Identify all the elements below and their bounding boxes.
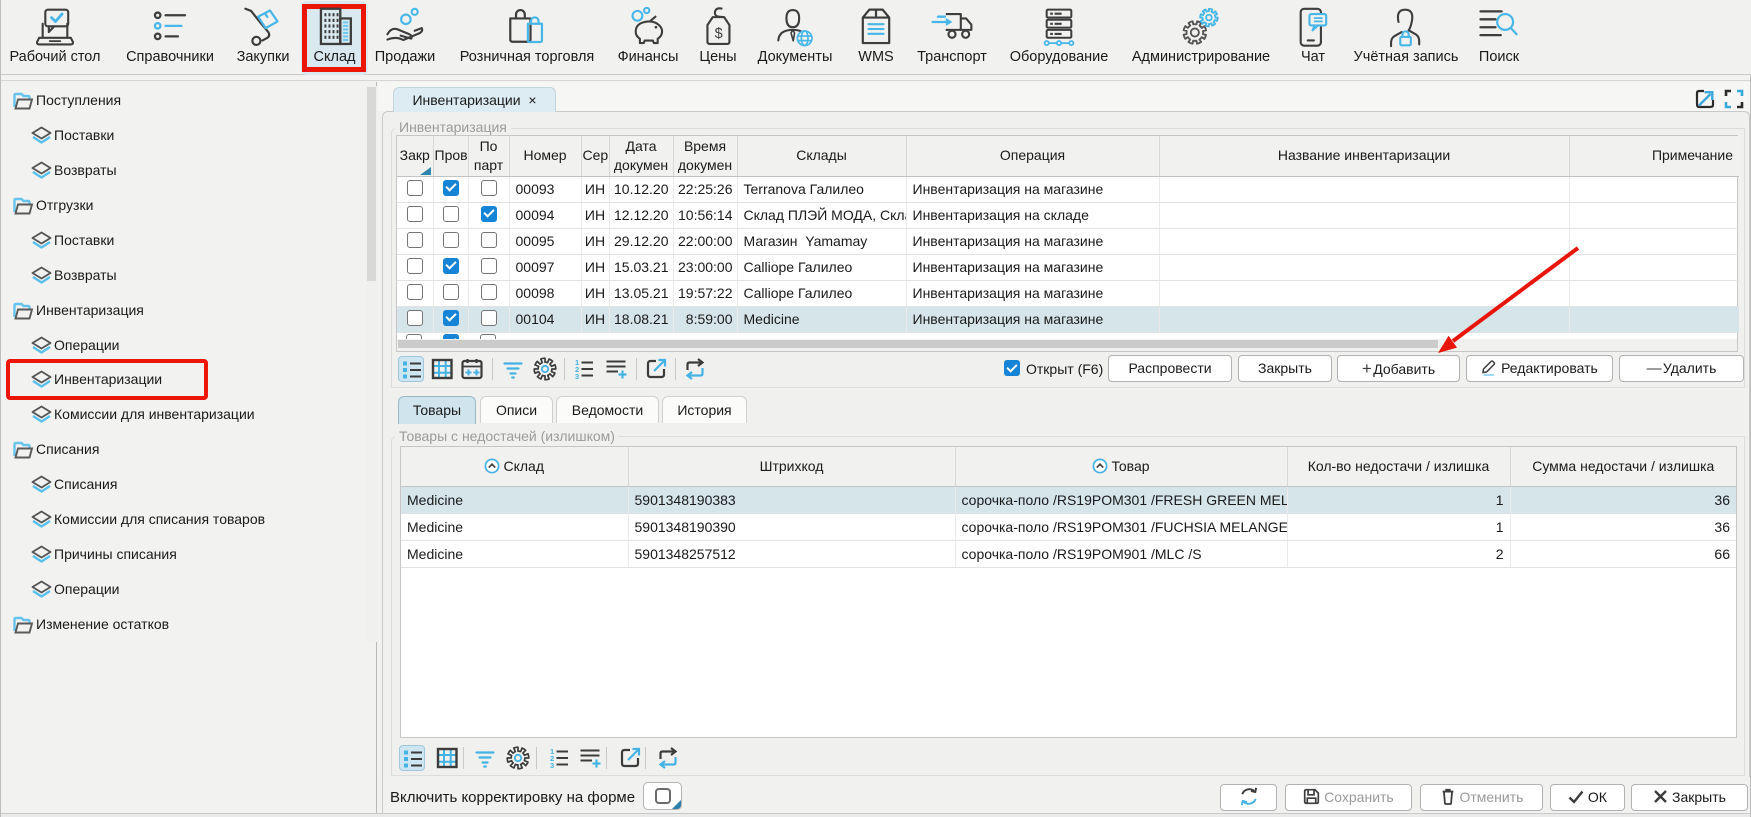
svg-text:$: $ (715, 26, 723, 42)
svg-text:3: 3 (575, 372, 579, 381)
svg-text:3: 3 (550, 761, 554, 770)
